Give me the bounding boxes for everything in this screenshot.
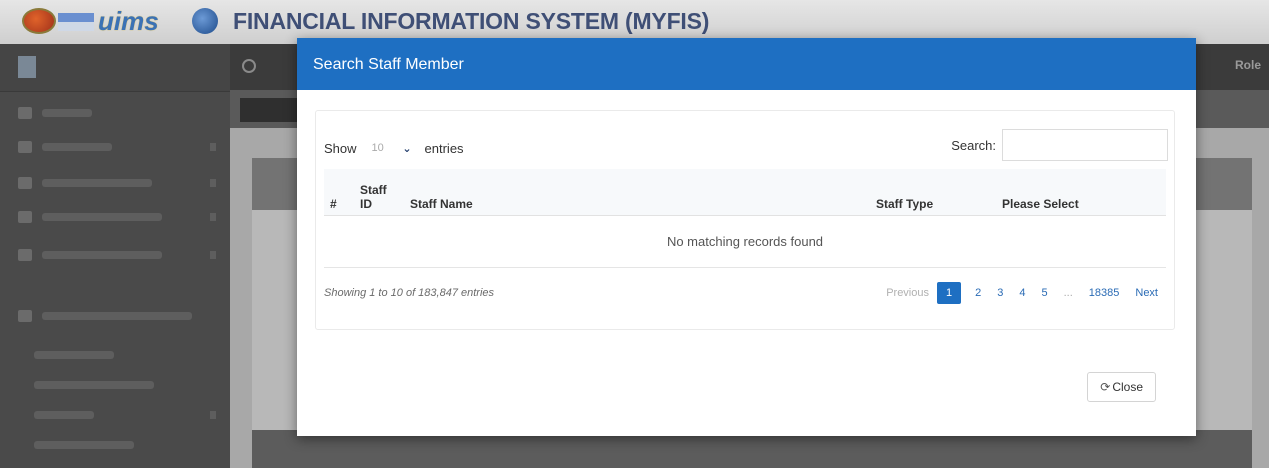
column-header-staff-name[interactable]: Staff Name	[404, 169, 870, 216]
sidebar-subitem[interactable]	[0, 370, 230, 400]
pagination: Previous 1 2 3 4 5 ... 18385 Next	[878, 282, 1166, 304]
menu-icon	[18, 211, 32, 223]
sidebar-user[interactable]	[0, 44, 230, 92]
user-avatar-icon	[18, 56, 36, 78]
sidebar-item[interactable]	[0, 98, 230, 128]
university-logo-icon	[22, 8, 56, 34]
sidebar	[0, 44, 230, 468]
pagination-page-2[interactable]: 2	[967, 282, 989, 304]
pagination-page-4[interactable]: 4	[1011, 282, 1033, 304]
pagination-previous[interactable]: Previous	[878, 282, 937, 304]
sidebar-item[interactable]	[0, 132, 230, 162]
length-value: 10	[371, 142, 384, 154]
table-info: Showing 1 to 10 of 183,847 entries	[324, 287, 495, 299]
modal-title: Search Staff Member	[297, 38, 1196, 90]
length-control: Show 10 ⌄ entries	[324, 135, 464, 161]
menu-icon	[18, 249, 32, 261]
close-label: Close	[1112, 380, 1143, 394]
sidebar-subitem[interactable]	[0, 400, 230, 430]
column-header-please-select[interactable]: Please Select	[996, 169, 1166, 216]
close-icon: ⟳	[1100, 380, 1111, 394]
modal-body: Show 10 ⌄ entries Search: # Staff ID Sta…	[297, 90, 1196, 436]
table-row: No matching records found	[324, 215, 1166, 268]
role-label[interactable]: Role	[1235, 58, 1261, 72]
pagination-next[interactable]: Next	[1127, 282, 1166, 304]
sidebar-item[interactable]	[0, 240, 230, 270]
add-button[interactable]	[240, 98, 298, 122]
app-title: FINANCIAL INFORMATION SYSTEM (MYFIS)	[233, 8, 710, 34]
pagination-last-page[interactable]: 18385	[1081, 282, 1128, 304]
chevron-down-icon: ⌄	[402, 142, 412, 155]
sidebar-subitem[interactable]	[0, 340, 230, 370]
uims-logo: uims	[98, 6, 159, 36]
refresh-icon[interactable]	[242, 59, 256, 73]
show-label: Show	[324, 140, 357, 156]
close-button[interactable]: ⟳ Close	[1087, 372, 1156, 402]
pagination-page-5[interactable]: 5	[1033, 282, 1055, 304]
search-staff-modal: Search Staff Member Show 10 ⌄ entries Se…	[297, 38, 1196, 436]
search-control: Search:	[951, 129, 1168, 161]
search-input[interactable]	[1002, 129, 1168, 161]
menu-icon	[18, 310, 32, 322]
table-header-row: # Staff ID Staff Name Staff Type Please …	[324, 169, 1166, 216]
column-header-staff-type[interactable]: Staff Type	[870, 169, 996, 216]
staff-table: # Staff ID Staff Name Staff Type Please …	[324, 169, 1166, 268]
entries-length-select[interactable]: 10 ⌄	[362, 135, 417, 161]
sidebar-subitem[interactable]	[0, 430, 230, 460]
empty-message: No matching records found	[324, 215, 1166, 268]
column-header-staff-id[interactable]: Staff ID	[354, 169, 404, 216]
pagination-page-1[interactable]: 1	[936, 282, 962, 304]
staff-datatable: Show 10 ⌄ entries Search: # Staff ID Sta…	[315, 110, 1175, 330]
flag-icon	[58, 13, 94, 31]
pagination-ellipsis: ...	[1063, 287, 1073, 299]
sidebar-item[interactable]	[0, 168, 230, 198]
search-label: Search:	[951, 137, 996, 153]
home-icon	[18, 107, 32, 119]
column-header-index[interactable]: #	[324, 169, 354, 216]
sidebar-item[interactable]	[0, 202, 230, 232]
pagination-page-3[interactable]: 3	[989, 282, 1011, 304]
menu-icon	[18, 141, 32, 153]
entries-label: entries	[424, 140, 464, 156]
globe-icon	[192, 8, 218, 34]
sidebar-item[interactable]	[0, 294, 230, 338]
menu-icon	[18, 177, 32, 189]
